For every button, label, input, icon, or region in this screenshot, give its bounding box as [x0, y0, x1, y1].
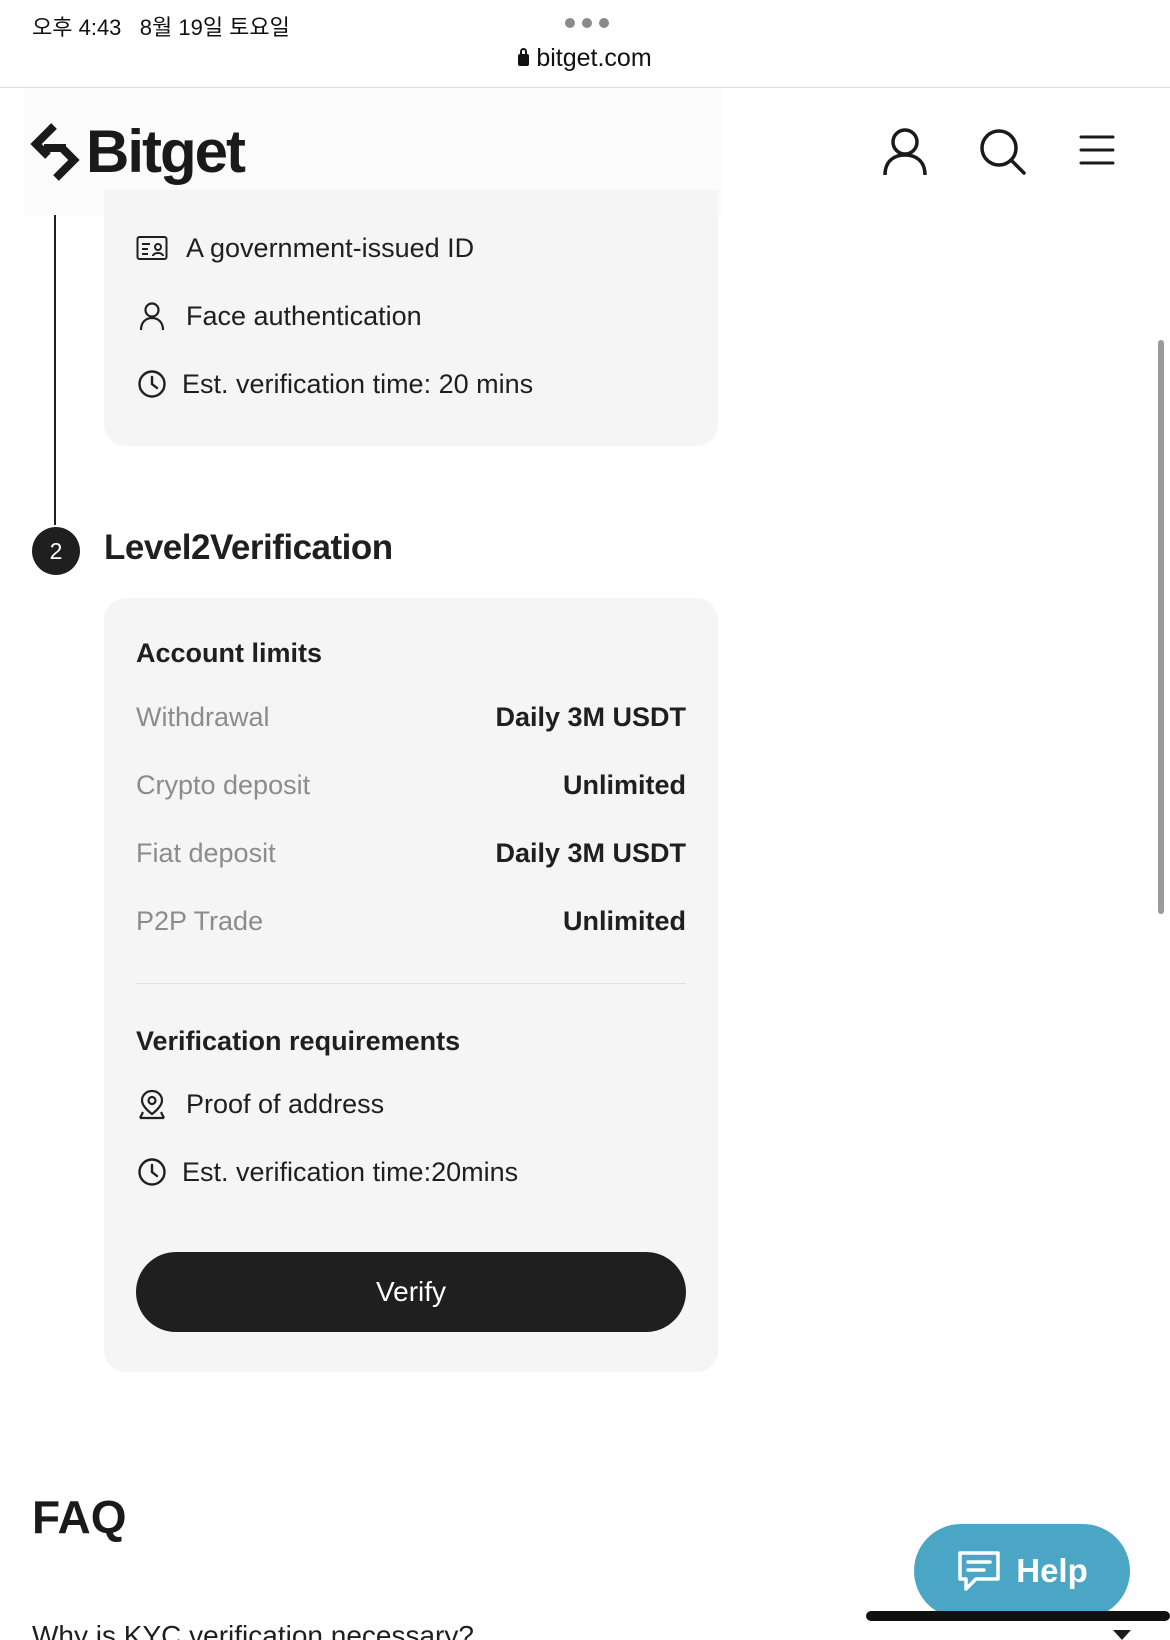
bitget-logo-icon	[30, 122, 80, 181]
limit-row-p2p-trade: P2P Trade Unlimited	[136, 906, 686, 937]
requirement-text: Face authentication	[186, 300, 422, 331]
status-datetime: 오후 4:43 8월 19일 토요일	[32, 10, 290, 42]
home-indicator[interactable]	[866, 1611, 1170, 1621]
faq-question[interactable]: Why is KYC verification necessary?	[32, 1620, 474, 1640]
search-icon[interactable]	[978, 127, 1028, 177]
faq-title: FAQ	[32, 1491, 127, 1543]
requirement-text: Est. verification time: 20 mins	[182, 368, 534, 399]
help-label: Help	[1016, 1552, 1088, 1589]
limit-value: Unlimited	[562, 906, 686, 936]
limit-value: Unlimited	[562, 770, 686, 800]
level2-requirement-address: Proof of address	[136, 1088, 384, 1120]
location-pin-icon	[136, 1088, 168, 1120]
limit-row-crypto-deposit: Crypto deposit Unlimited	[136, 770, 686, 801]
chat-icon	[958, 1551, 1000, 1591]
url-text: bitget.com	[536, 44, 652, 72]
limit-label: Fiat deposit	[136, 838, 276, 868]
level2-title: Level2Verification	[104, 528, 393, 567]
bitget-logo[interactable]: Bitget	[30, 117, 246, 186]
limit-value: Daily 3M USDT	[495, 838, 686, 868]
menu-icon[interactable]	[1072, 127, 1122, 177]
requirement-text: Est. verification time:20mins	[182, 1156, 519, 1187]
address-bar[interactable]: bitget.com	[0, 44, 1170, 73]
account-icon[interactable]	[880, 127, 930, 177]
limit-label: Withdrawal	[136, 702, 270, 732]
lock-icon	[518, 48, 530, 66]
level1-requirement-id: A government-issued ID	[136, 232, 474, 264]
tab-dots-icon[interactable]	[565, 18, 609, 28]
logo-text: Bitget	[86, 118, 246, 185]
status-date: 8월 19일 토요일	[139, 15, 290, 40]
verify-button[interactable]: Verify	[136, 1252, 686, 1332]
requirement-text: A government-issued ID	[186, 232, 475, 263]
requirement-text: Proof of address	[186, 1088, 385, 1119]
limit-label: Crypto deposit	[136, 770, 311, 800]
limit-label: P2P Trade	[136, 906, 264, 936]
limit-value: Daily 3M USDT	[495, 702, 686, 732]
verification-requirements-title: Verification requirements	[136, 1026, 461, 1056]
level1-requirement-time: Est. verification time: 20 mins	[136, 368, 533, 400]
status-time: 오후 4:43	[32, 15, 122, 40]
id-card-icon	[136, 232, 168, 264]
account-limits-title: Account limits	[136, 638, 323, 668]
person-icon	[136, 300, 168, 332]
scrollbar[interactable]	[1158, 340, 1164, 914]
limit-row-fiat-deposit: Fiat deposit Daily 3M USDT	[136, 838, 686, 869]
level1-requirement-face: Face authentication	[136, 300, 422, 332]
timeline-line	[54, 215, 56, 525]
divider	[136, 983, 686, 984]
clock-icon	[136, 368, 168, 400]
step-number-badge: 2	[32, 527, 80, 575]
level2-card: Account limits Withdrawal Daily 3M USDT …	[104, 598, 718, 1372]
browser-status-bar: 오후 4:43 8월 19일 토요일 bitget.com	[0, 0, 1170, 88]
level2-requirement-time: Est. verification time:20mins	[136, 1156, 518, 1188]
chevron-down-icon[interactable]	[1113, 1630, 1131, 1640]
level1-card: A government-issued ID Face authenticati…	[104, 190, 718, 446]
clock-icon	[136, 1156, 168, 1188]
limit-row-withdrawal: Withdrawal Daily 3M USDT	[136, 702, 686, 733]
help-button[interactable]: Help	[914, 1524, 1130, 1618]
